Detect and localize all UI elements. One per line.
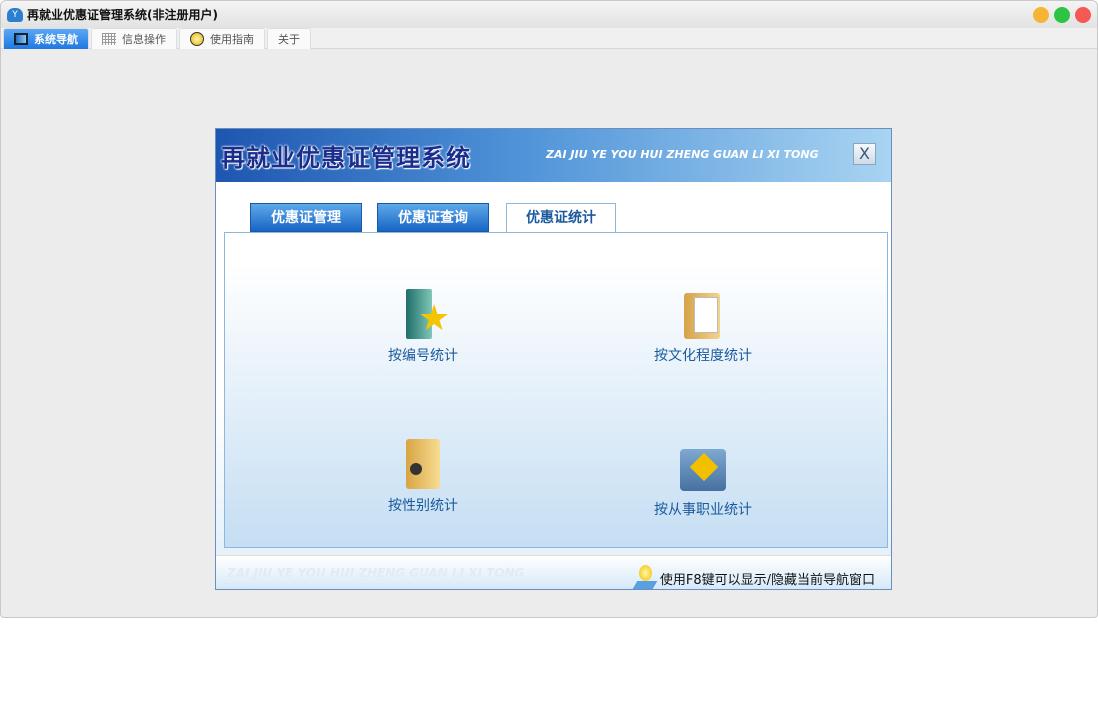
main-tabs: 系统导航 信息操作 使用指南 关于 xyxy=(1,28,1097,49)
tab-info-ops[interactable]: 信息操作 xyxy=(91,28,177,49)
app-logo-icon: Y xyxy=(7,7,23,22)
folder-pedestrian-icon xyxy=(680,443,726,493)
tab-label: 系统导航 xyxy=(34,33,78,46)
close-button[interactable] xyxy=(1075,7,1091,23)
tab-card-management[interactable]: 优惠证管理 xyxy=(250,203,362,232)
item-label: 按文化程度统计 xyxy=(654,348,752,364)
star-book-icon: ★ xyxy=(400,289,450,339)
stat-by-occupation[interactable]: 按从事职业统计 xyxy=(623,443,783,519)
tab-label: 使用指南 xyxy=(210,33,254,46)
folder-documents-icon xyxy=(680,289,726,339)
maximize-button[interactable] xyxy=(1054,7,1070,23)
title-bar: Y 再就业优惠证管理系统(非注册用户) xyxy=(1,1,1097,28)
f8-hint-text: 使用F8键可以显示/隐藏当前导航窗口 xyxy=(659,572,875,588)
panel-subtitle: ZAI JIU YE YOU HUI ZHENG GUAN LI XI TONG xyxy=(546,148,819,161)
window-title: 再就业优惠证管理系统(非注册用户) xyxy=(27,8,218,22)
monitor-icon xyxy=(14,33,28,45)
minimize-button[interactable] xyxy=(1033,7,1049,23)
folder-door-icon xyxy=(400,439,446,489)
item-label: 按性别统计 xyxy=(388,498,458,514)
tab-label: 关于 xyxy=(278,33,300,46)
navigation-panel: 再就业优惠证管理系统 ZAI JIU YE YOU HUI ZHENG GUAN… xyxy=(215,128,892,590)
statistics-content: ★ 按编号统计 按文化程度统计 按性别统计 按从事职业统计 xyxy=(224,232,888,548)
tab-card-query[interactable]: 优惠证查询 xyxy=(377,203,489,232)
lightbulb-icon xyxy=(632,565,658,591)
panel-banner: 再就业优惠证管理系统 ZAI JIU YE YOU HUI ZHENG GUAN… xyxy=(216,129,891,182)
stat-by-education[interactable]: 按文化程度统计 xyxy=(623,289,783,365)
tab-card-statistics[interactable]: 优惠证统计 xyxy=(506,203,616,233)
item-label: 按编号统计 xyxy=(388,348,458,364)
panel-close-button[interactable]: X xyxy=(853,143,876,165)
item-label: 按从事职业统计 xyxy=(654,502,752,518)
stat-by-number[interactable]: ★ 按编号统计 xyxy=(343,289,503,365)
stat-by-gender[interactable]: 按性别统计 xyxy=(343,439,503,515)
tab-guide[interactable]: 使用指南 xyxy=(179,28,265,49)
footer-watermark: ZAI JIU YE YOU HUI ZHENG GUAN LI XI TONG xyxy=(227,566,525,580)
panel-title: 再就业优惠证管理系统 xyxy=(221,143,471,172)
grid-icon xyxy=(102,33,116,45)
tab-label: 信息操作 xyxy=(122,33,166,46)
panel-footer: ZAI JIU YE YOU HUI ZHENG GUAN LI XI TONG… xyxy=(216,555,891,589)
tab-system-nav[interactable]: 系统导航 xyxy=(3,28,89,49)
help-icon xyxy=(190,32,204,46)
tab-about[interactable]: 关于 xyxy=(267,28,311,49)
